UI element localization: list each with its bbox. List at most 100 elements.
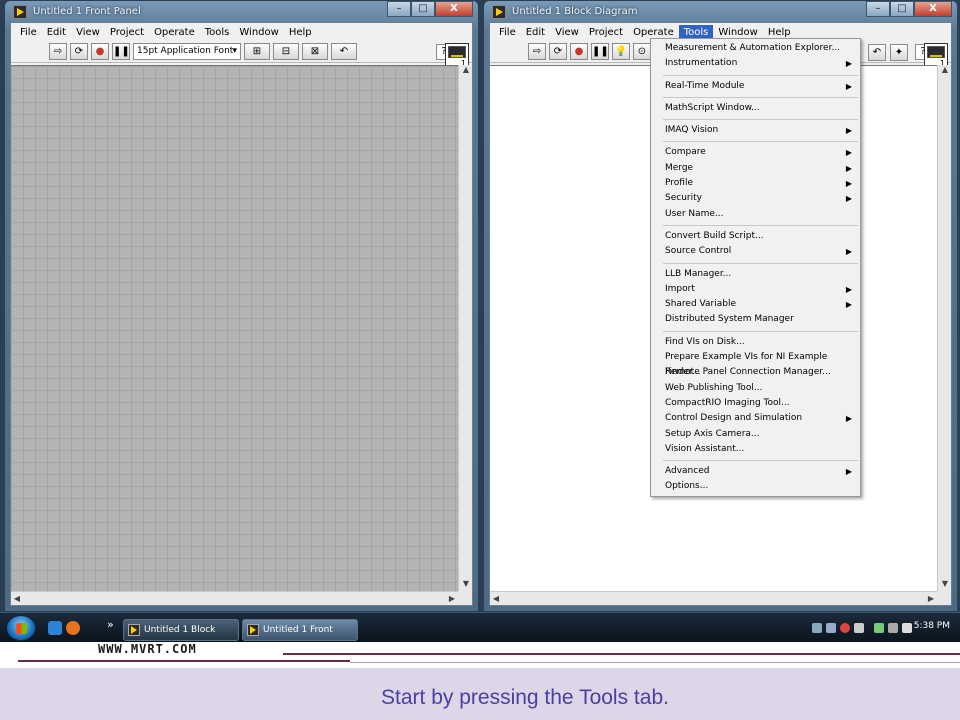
menu-file[interactable]: File bbox=[494, 25, 521, 40]
tools-menu-item[interactable]: Distributed System Manager bbox=[651, 312, 860, 327]
vertical-scrollbar[interactable]: ▲ ▼ bbox=[458, 65, 472, 591]
tools-menu-item[interactable]: Instrumentation ▶ bbox=[651, 56, 860, 71]
scroll-up-icon[interactable]: ▲ bbox=[938, 65, 952, 77]
menu-file[interactable]: File bbox=[15, 25, 42, 40]
tools-menu-item[interactable]: Find VIs on Disk... bbox=[651, 335, 860, 350]
tools-menu-item[interactable]: Security ▶ bbox=[651, 191, 860, 206]
tools-menu-item[interactable]: Vision Assistant... bbox=[651, 442, 860, 457]
horizontal-scrollbar[interactable]: ◀ ▶ bbox=[11, 591, 458, 605]
tools-menu-item[interactable]: CompactRIO Imaging Tool... bbox=[651, 396, 860, 411]
close-button[interactable]: X bbox=[435, 1, 473, 17]
menu-item-label: Profile bbox=[665, 178, 693, 189]
minimize-button[interactable]: – bbox=[387, 1, 411, 17]
menu-view[interactable]: View bbox=[71, 25, 105, 40]
reorder-icon[interactable]: ↶ bbox=[868, 44, 886, 61]
run-arrow-icon[interactable]: ⇨ bbox=[49, 43, 67, 60]
run-arrow-icon[interactable]: ⇨ bbox=[528, 43, 546, 60]
menu-item-label: MathScript Window... bbox=[665, 102, 760, 113]
system-tray: 5:38 PM bbox=[808, 613, 960, 643]
scroll-down-icon[interactable]: ▼ bbox=[938, 579, 952, 591]
tools-menu-item[interactable]: Compare ▶ bbox=[651, 145, 860, 160]
internet-explorer-icon[interactable] bbox=[48, 621, 62, 635]
menu-view[interactable]: View bbox=[550, 25, 584, 40]
vertical-scrollbar[interactable]: ▲ ▼ bbox=[937, 65, 951, 591]
scroll-right-icon[interactable]: ▶ bbox=[925, 592, 937, 606]
run-continuously-icon[interactable]: ⟳ bbox=[549, 43, 567, 60]
tray-mail-icon[interactable] bbox=[854, 623, 864, 633]
taskbar-button-block-diagram[interactable]: Untitled 1 Block Dia... bbox=[123, 619, 239, 655]
tray-battery-icon[interactable] bbox=[874, 623, 884, 633]
tools-menu-item[interactable]: Measurement & Automation Explorer... bbox=[651, 41, 860, 56]
close-button[interactable]: X bbox=[914, 1, 952, 17]
tools-menu-item[interactable]: Prepare Example VIs for NI Example Finde… bbox=[651, 350, 860, 377]
abort-icon[interactable]: ● bbox=[91, 43, 109, 60]
tools-menu-item[interactable]: Import ▶ bbox=[651, 282, 860, 297]
tools-menu-item[interactable]: User Name... bbox=[651, 207, 860, 222]
retain-wire-values-icon[interactable]: ⊙ bbox=[633, 43, 651, 60]
menu-tools[interactable]: Tools bbox=[200, 25, 235, 40]
block-diagram-titlebar[interactable]: Untitled 1 Block Diagram – □ X bbox=[489, 1, 952, 22]
tools-menu-item[interactable]: Shared Variable ▶ bbox=[651, 297, 860, 312]
tools-menu-item[interactable]: Profile ▶ bbox=[651, 176, 860, 191]
menu-help[interactable]: Help bbox=[284, 25, 317, 40]
tools-menu-item[interactable]: MathScript Window... bbox=[651, 101, 860, 116]
tray-volume-icon[interactable] bbox=[902, 623, 912, 633]
tools-menu-item[interactable]: Web Publishing Tool... bbox=[651, 381, 860, 396]
font-select[interactable]: 15pt Application Font bbox=[133, 43, 241, 60]
pause-icon[interactable]: ❚❚ bbox=[591, 43, 609, 60]
scroll-corner bbox=[937, 591, 951, 605]
tools-menu-item[interactable]: Merge ▶ bbox=[651, 161, 860, 176]
scroll-right-icon[interactable]: ▶ bbox=[446, 592, 458, 606]
distribute-objects-icon[interactable]: ⊟ bbox=[273, 43, 299, 60]
horizontal-scrollbar[interactable]: ◀ ▶ bbox=[490, 591, 937, 605]
tools-menu-item[interactable]: LLB Manager... bbox=[651, 267, 860, 282]
tray-app-icon[interactable] bbox=[812, 623, 822, 633]
minimize-button[interactable]: – bbox=[866, 1, 890, 17]
menu-item-label: Security bbox=[665, 193, 702, 204]
clean-up-diagram-icon[interactable]: ✦ bbox=[890, 44, 908, 61]
tools-menu-item[interactable]: Real-Time Module ▶ bbox=[651, 79, 860, 94]
menu-edit[interactable]: Edit bbox=[42, 25, 71, 40]
start-button[interactable] bbox=[6, 615, 36, 641]
firefox-icon[interactable] bbox=[66, 621, 80, 635]
taskbar-button-front-panel[interactable]: Untitled 1 Front Panel bbox=[242, 619, 358, 655]
menu-item-label: Setup Axis Camera... bbox=[665, 428, 760, 439]
brand-logo: WWW.MVRT.COM bbox=[98, 642, 197, 656]
abort-icon[interactable]: ● bbox=[570, 43, 588, 60]
tools-menu-item[interactable]: Remote Panel Connection Manager... bbox=[651, 365, 860, 380]
quick-launch-chevron-icon[interactable]: » bbox=[107, 618, 114, 631]
tools-menu-item[interactable]: Convert Build Script... bbox=[651, 229, 860, 244]
tools-menu-item[interactable]: Advanced ▶ bbox=[651, 464, 860, 479]
slide-caption: Start by pressing the Tools tab. bbox=[381, 686, 669, 709]
labview-icon bbox=[128, 624, 140, 636]
tools-menu-item[interactable]: Options... bbox=[651, 479, 860, 494]
front-panel-grid[interactable] bbox=[11, 65, 458, 591]
pause-icon[interactable]: ❚❚ bbox=[112, 43, 130, 60]
clock[interactable]: 5:38 PM bbox=[914, 621, 950, 631]
tray-network-icon[interactable] bbox=[826, 623, 836, 633]
tools-menu-item[interactable]: Source Control ▶ bbox=[651, 244, 860, 259]
maximize-button[interactable]: □ bbox=[411, 1, 435, 17]
menu-project[interactable]: Project bbox=[105, 25, 149, 40]
menu-item-label: CompactRIO Imaging Tool... bbox=[665, 397, 790, 408]
tray-signal-icon[interactable] bbox=[888, 623, 898, 633]
scroll-down-icon[interactable]: ▼ bbox=[459, 579, 473, 591]
front-panel-titlebar[interactable]: Untitled 1 Front Panel – □ X bbox=[10, 1, 473, 22]
scroll-left-icon[interactable]: ◀ bbox=[11, 592, 23, 606]
menu-project[interactable]: Project bbox=[584, 25, 628, 40]
highlight-execution-icon[interactable]: 💡 bbox=[612, 43, 630, 60]
tray-alert-icon[interactable] bbox=[840, 623, 850, 633]
tools-menu-item[interactable]: Control Design and Simulation ▶ bbox=[651, 411, 860, 426]
maximize-button[interactable]: □ bbox=[890, 1, 914, 17]
tools-menu-item[interactable]: IMAQ Vision ▶ bbox=[651, 123, 860, 138]
run-continuously-icon[interactable]: ⟳ bbox=[70, 43, 88, 60]
resize-objects-icon[interactable]: ⊠ bbox=[302, 43, 328, 60]
menu-window[interactable]: Window bbox=[234, 25, 283, 40]
scroll-left-icon[interactable]: ◀ bbox=[490, 592, 502, 606]
tools-menu-item[interactable]: Setup Axis Camera... bbox=[651, 427, 860, 442]
align-objects-icon[interactable]: ⊞ bbox=[244, 43, 270, 60]
scroll-up-icon[interactable]: ▲ bbox=[459, 65, 473, 77]
menu-edit[interactable]: Edit bbox=[521, 25, 550, 40]
reorder-icon[interactable]: ↶ bbox=[331, 43, 357, 60]
menu-operate[interactable]: Operate bbox=[149, 25, 200, 40]
